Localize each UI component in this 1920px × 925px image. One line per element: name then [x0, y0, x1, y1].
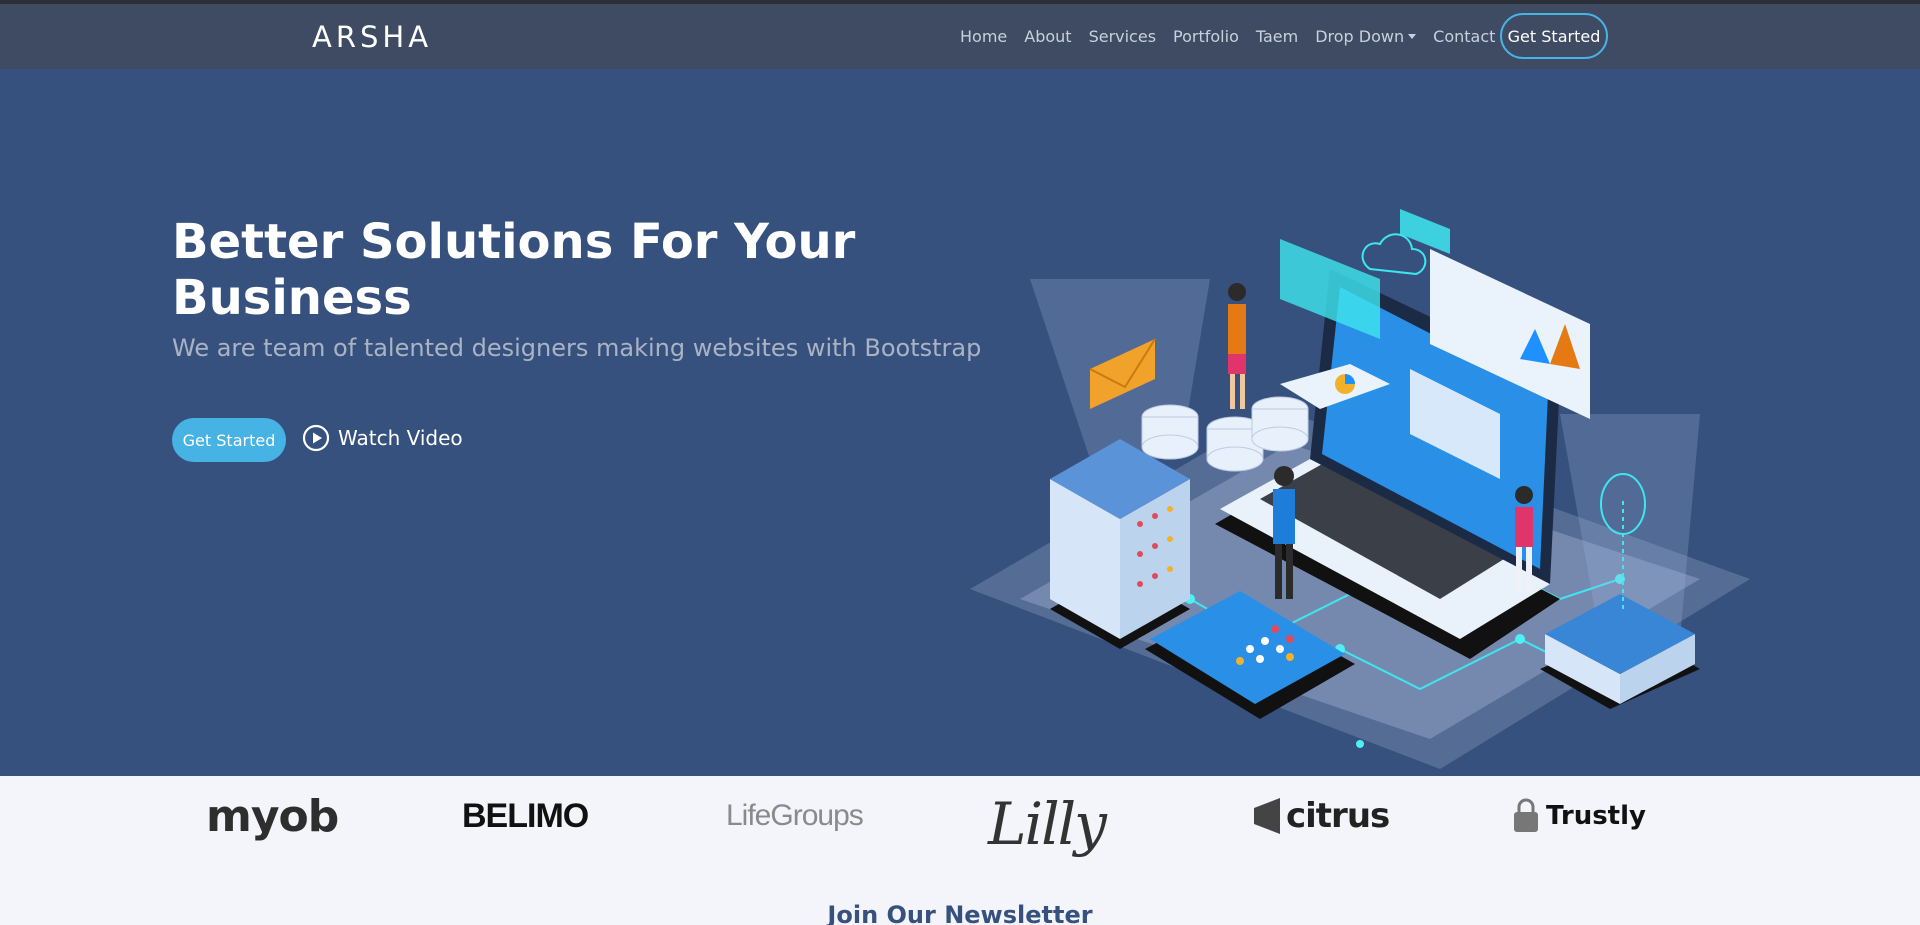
hero-section: Better Solutions For Your Business We ar… — [0, 69, 1920, 776]
client-logo-myob: myob — [206, 790, 339, 842]
watch-video-label: Watch Video — [338, 426, 463, 450]
hero-title: Better Solutions For Your Business — [172, 214, 856, 326]
hero-subtitle: We are team of talented designers making… — [172, 334, 982, 362]
caret-down-icon — [1408, 34, 1417, 39]
nav-dropdown[interactable]: Drop Down — [1315, 27, 1417, 46]
site-logo[interactable]: ARSHA — [312, 20, 432, 54]
newsletter-title: Join Our Newsletter — [827, 901, 1093, 925]
citrus-mark-icon — [1254, 798, 1280, 834]
main-nav: Home About Services Portfolio Taem Drop … — [960, 4, 1512, 69]
client-logo-belimo: BELIMO — [462, 796, 589, 835]
client-logo-lifegroups: LifeGroups — [726, 799, 864, 832]
watch-video-link[interactable]: Watch Video — [302, 424, 463, 452]
client-logo-citrus: citrus — [1252, 786, 1390, 846]
client-logo-lilly: Lilly — [988, 790, 1107, 858]
nav-contact[interactable]: Contact — [1433, 27, 1495, 46]
nav-services[interactable]: Services — [1089, 27, 1156, 46]
clients-section: myob BELIMO LifeGroups Lilly citrus Trus… — [0, 776, 1920, 925]
client-logo-trustly: Trustly — [1512, 786, 1646, 846]
nav-team[interactable]: Taem — [1256, 27, 1298, 46]
play-circle-icon — [302, 424, 330, 452]
nav-dropdown-label: Drop Down — [1315, 27, 1405, 46]
nav-home[interactable]: Home — [960, 27, 1007, 46]
site-header: ARSHA Home About Services Portfolio Taem… — [0, 4, 1920, 69]
nav-about[interactable]: About — [1024, 27, 1071, 46]
lock-icon — [1514, 798, 1538, 832]
hero-get-started-button[interactable]: Get Started — [172, 418, 286, 462]
hero-illustration — [970, 209, 1750, 769]
nav-portfolio[interactable]: Portfolio — [1173, 27, 1239, 46]
header-get-started-button[interactable]: Get Started — [1500, 13, 1608, 59]
